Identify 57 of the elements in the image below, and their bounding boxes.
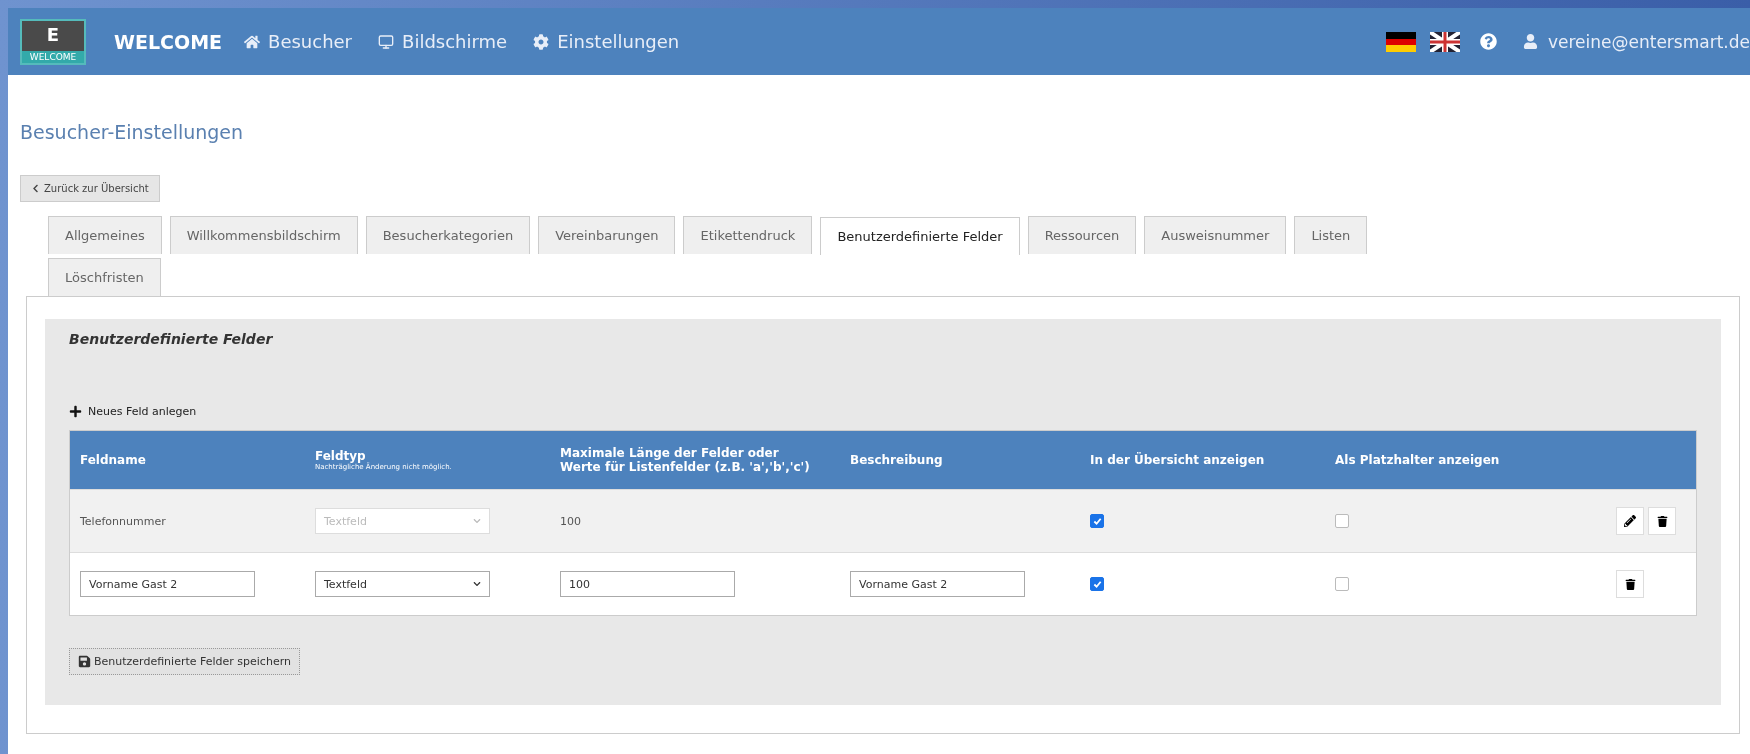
logo[interactable]: E WELCOME: [20, 18, 86, 65]
tab[interactable]: Benutzerdefinierte Felder: [820, 217, 1020, 255]
trash-icon: [1624, 578, 1636, 590]
save-button[interactable]: Benutzerdefinierte Felder speichern: [69, 648, 300, 675]
user-icon: [1522, 34, 1538, 49]
checkbox[interactable]: [1335, 577, 1349, 591]
column-header: In der Übersicht anzeigen: [1090, 453, 1266, 467]
section-legend: Benutzerdefinierte Felder: [69, 331, 1697, 347]
nav-link[interactable]: Besucher: [244, 31, 353, 52]
column-header: Feldname: [80, 453, 147, 467]
tab[interactable]: Vereinbarungen: [538, 216, 676, 254]
trash-icon: [1656, 515, 1668, 527]
german-flag-icon[interactable]: [1385, 31, 1416, 52]
tab[interactable]: Listen: [1294, 216, 1368, 254]
column-header: Beschreibung: [850, 453, 944, 467]
back-button[interactable]: Zurück zur Übersicht: [20, 175, 160, 202]
tab[interactable]: Löschfristen: [48, 258, 161, 296]
monitor-icon: [378, 33, 395, 50]
delete-button[interactable]: [1648, 507, 1676, 535]
column-header: Feldtyp: [315, 449, 366, 463]
pencil-icon: [1624, 515, 1636, 527]
field-type-select[interactable]: Textfeld: [315, 571, 490, 597]
checkbox[interactable]: [1090, 514, 1104, 528]
table-cell-text: 100: [560, 514, 582, 528]
description-input[interactable]: Vorname Gast 2: [850, 571, 1025, 597]
delete-button[interactable]: [1616, 570, 1644, 598]
logo-caption: WELCOME: [22, 50, 84, 63]
checkbox[interactable]: [1335, 514, 1349, 528]
field-name-input[interactable]: Vorname Gast 2: [80, 571, 255, 597]
tab[interactable]: Willkommensbildschirm: [169, 216, 358, 254]
nav-link[interactable]: Bildschirme: [378, 31, 508, 52]
edit-button[interactable]: [1616, 507, 1644, 535]
table-cell-text: Telefonnummer: [80, 514, 167, 528]
max-length-input[interactable]: 100: [560, 571, 735, 597]
help-icon[interactable]: [1479, 33, 1497, 50]
tab[interactable]: Ressourcen: [1027, 216, 1137, 254]
chevron-down-icon: [473, 580, 481, 588]
tab[interactable]: Ausweisnummer: [1144, 216, 1287, 254]
page-title: Besucher-Einstellungen: [20, 121, 245, 143]
plus-icon: [69, 405, 82, 418]
column-header: Maximale Länge der Felder oder Werte für Listenfelder (z.B. 'a','b','c'): [560, 446, 811, 474]
tab[interactable]: Besucherkategorien: [365, 216, 531, 254]
home-icon: [244, 33, 261, 50]
column-header: Als Platzhalter anzeigen: [1335, 453, 1501, 467]
logo-letter: E: [46, 22, 60, 47]
checkbox[interactable]: [1090, 577, 1104, 591]
brand-name[interactable]: WELCOME: [114, 30, 223, 53]
chevron-left-icon: [31, 184, 40, 193]
user-link[interactable]: vereine@entersmart.de: [1522, 31, 1750, 52]
nav-link[interactable]: Einstellungen: [533, 31, 680, 52]
uk-flag-icon[interactable]: [1429, 31, 1460, 52]
save-icon: [78, 655, 91, 668]
settings-icon: [533, 33, 550, 50]
new-field-link[interactable]: Neues Feld anlegen: [69, 405, 1697, 418]
tab[interactable]: Etikettendruck: [683, 216, 813, 254]
chevron-down-icon: [473, 517, 481, 525]
tab[interactable]: Allgemeines: [48, 216, 162, 254]
